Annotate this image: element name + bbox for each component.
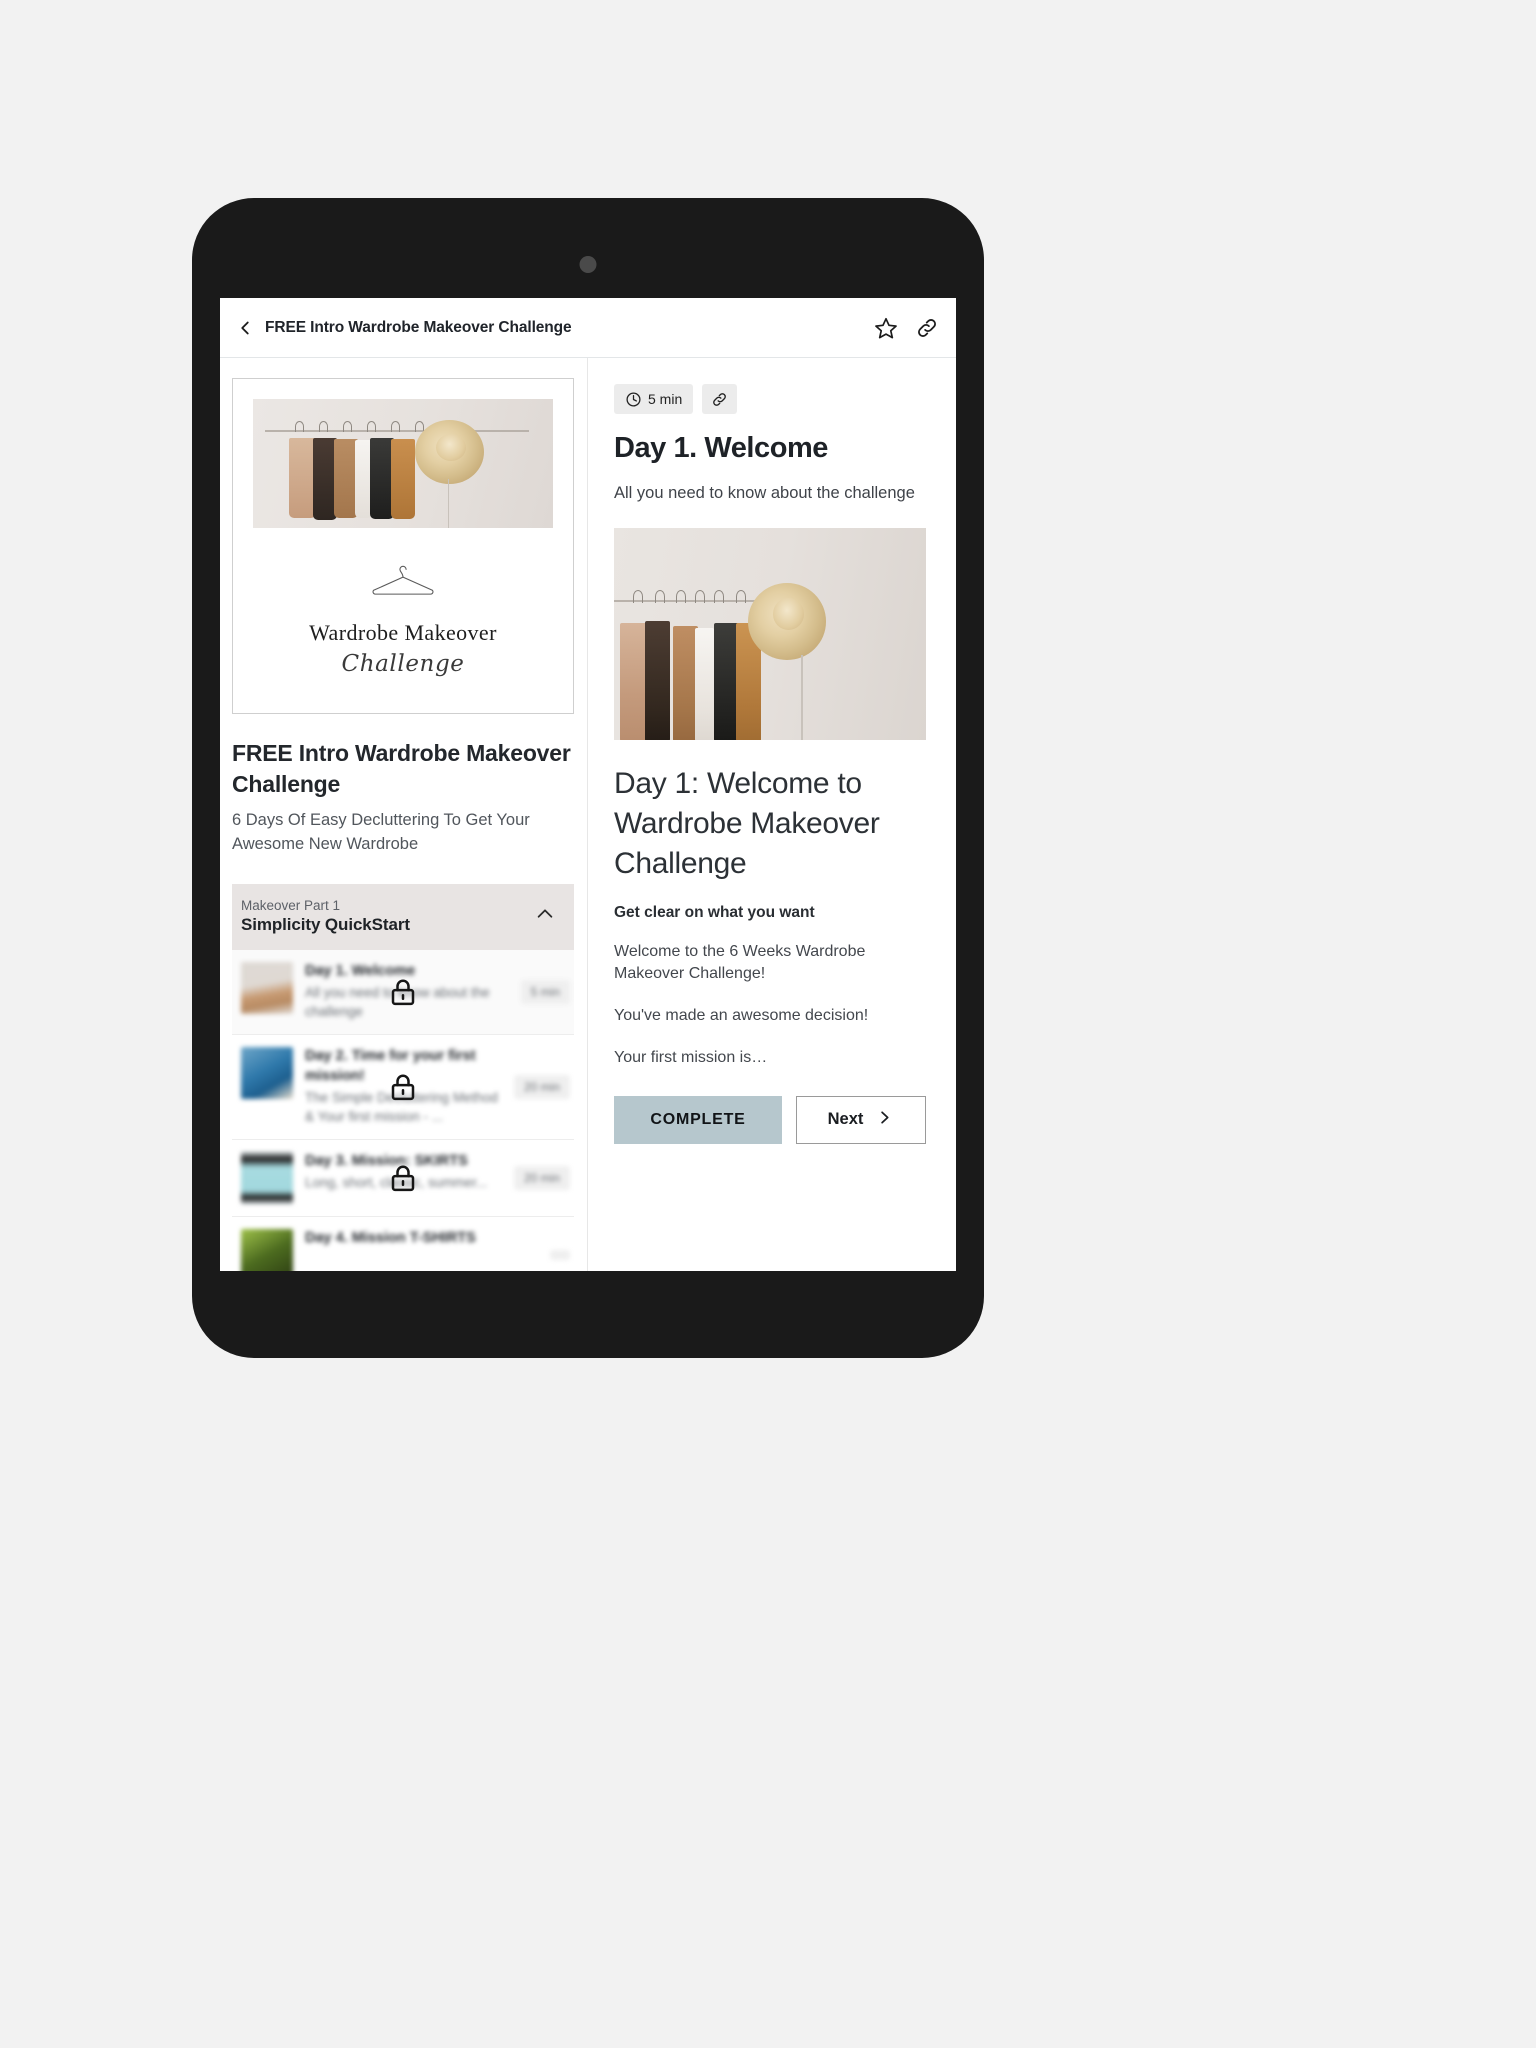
share-lesson-button[interactable] <box>702 384 738 414</box>
link-icon[interactable] <box>915 316 939 340</box>
lesson-title: Day 4. Mission T-SHIRTS <box>305 1229 476 1246</box>
content-paragraph: Welcome to the 6 Weeks Wardrobe Makeover… <box>614 942 866 983</box>
lesson-duration <box>550 1249 570 1260</box>
lesson-duration: 20 min <box>513 1165 570 1190</box>
lock-icon <box>388 1072 418 1102</box>
list-item[interactable]: Day 1. Welcome All you need to know abou… <box>232 950 574 1036</box>
lesson-detail-pane: 5 min Day 1. Welcome All you need to kno… <box>588 358 956 1271</box>
front-camera <box>579 256 597 273</box>
content-subheading: Get clear on what you want <box>614 903 815 921</box>
course-subtitle: 6 Days Of Easy Decluttering To Get Your … <box>232 811 530 853</box>
tablet-screen: FREE Intro Wardrobe Makeover Challenge W… <box>220 298 956 1271</box>
lesson-meta-row: 5 min <box>614 384 926 414</box>
back-chevron-icon[interactable] <box>234 317 256 339</box>
tablet-device-frame: FREE Intro Wardrobe Makeover Challenge W… <box>192 198 984 1358</box>
complete-button[interactable]: COMPLETE <box>614 1095 782 1144</box>
list-item[interactable]: Day 4. Mission T-SHIRTS <box>232 1217 574 1271</box>
content-paragraph: Your first mission is… <box>614 1048 768 1066</box>
content-heading: Day 1: Welcome to Wardrobe Makeover Chal… <box>614 767 880 880</box>
section-header-simplicity-quickstart[interactable]: Makeover Part 1 Simplicity QuickStart <box>232 884 574 950</box>
lock-icon <box>388 977 418 1007</box>
course-cover-card: Wardrobe Makeover Challenge <box>232 378 574 714</box>
list-item[interactable]: Day 2. Time for your first mission! The … <box>232 1035 574 1140</box>
lesson-hero-image <box>614 528 926 741</box>
lesson-duration: 20 min <box>513 1075 570 1100</box>
list-item[interactable]: Day 3. Mission: SKIRTS Long, short, clas… <box>232 1140 574 1217</box>
clock-icon <box>625 391 642 408</box>
lesson-thumbnail <box>241 1047 293 1100</box>
content-paragraph: You've made an awesome decision! <box>614 1007 869 1025</box>
lesson-duration: 5 min <box>520 980 570 1005</box>
cover-brand-line1: Wardrobe Makeover <box>309 620 497 645</box>
page-root: FREE Intro Wardrobe Makeover Challenge W… <box>0 0 1536 2048</box>
chevron-up-icon[interactable] <box>534 903 556 930</box>
lesson-list: Day 1. Welcome All you need to know abou… <box>232 950 574 1271</box>
lesson-actions: COMPLETE Next <box>614 1095 926 1144</box>
lesson-thumbnail <box>241 1228 293 1271</box>
cover-photo <box>253 399 553 528</box>
header-actions <box>874 316 939 340</box>
page-title: FREE Intro Wardrobe Makeover Challenge <box>265 318 572 336</box>
chevron-right-icon <box>875 1108 894 1132</box>
course-title: FREE Intro Wardrobe Makeover Challenge <box>232 740 571 797</box>
duration-badge: 5 min <box>614 384 694 414</box>
lesson-subheading: All you need to know about the challenge <box>614 484 915 502</box>
next-button-label: Next <box>827 1110 864 1129</box>
lock-icon <box>388 1163 418 1193</box>
lesson-thumbnail <box>241 1151 293 1204</box>
cover-branding: Wardrobe Makeover Challenge <box>253 564 553 677</box>
duration-label: 5 min <box>648 391 683 407</box>
content-area: Wardrobe Makeover Challenge FREE Intro W… <box>220 358 956 1271</box>
lesson-heading: Day 1. Welcome <box>614 432 828 464</box>
lesson-thumbnail <box>241 962 293 1014</box>
link-icon[interactable] <box>711 391 728 408</box>
section-name: Simplicity QuickStart <box>241 915 410 934</box>
hanger-icon <box>372 565 434 595</box>
section-eyebrow: Makeover Part 1 <box>241 898 341 913</box>
star-icon[interactable] <box>874 316 898 340</box>
next-button[interactable]: Next <box>796 1095 926 1144</box>
app-header: FREE Intro Wardrobe Makeover Challenge <box>220 298 956 358</box>
course-sidebar: Wardrobe Makeover Challenge FREE Intro W… <box>220 358 588 1271</box>
cover-brand-line2: Challenge <box>341 651 465 677</box>
